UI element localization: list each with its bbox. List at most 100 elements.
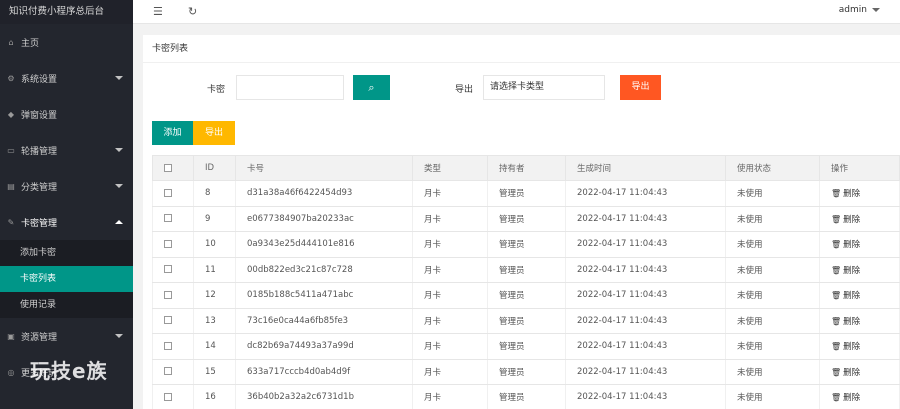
trash-icon: 🗑: [831, 316, 842, 326]
table-row: 9 e0677384907ba20233ac 月卡 管理员 2022-04-17 11:…: [152, 206, 900, 232]
trash-icon: 🗑: [831, 367, 842, 377]
row-checkbox[interactable]: [164, 392, 172, 401]
card-type-select[interactable]: 请选择卡类型: [483, 75, 605, 100]
table-row: 11 00db822ed3c21c87c728 月卡 管理员 2022-04-17 11…: [152, 257, 900, 283]
cell-type: 月卡: [412, 206, 488, 232]
cell-type: 月卡: [412, 333, 488, 360]
carousel-icon: ▭: [7, 145, 15, 155]
cell-holder: 管理员: [487, 359, 566, 385]
row-checkbox[interactable]: [164, 214, 172, 223]
cell-type: 月卡: [412, 231, 488, 258]
sidebar-item-home[interactable]: ⌂ 主页: [0, 24, 133, 60]
sidebar-item-system-settings[interactable]: ⚙ 系统设置: [0, 60, 133, 96]
sidebar-item-label: 主页: [21, 38, 40, 49]
cell-id: 12: [193, 282, 236, 309]
card-search-input[interactable]: [236, 75, 344, 100]
cell-action: 🗑 删除: [819, 359, 900, 385]
delete-label: 删除: [843, 291, 861, 302]
sidebar-item-more[interactable]: ◎ 更多好玩: [0, 354, 133, 390]
cell-holder: 管理员: [487, 257, 566, 283]
cell-status: 未使用: [725, 308, 820, 334]
trash-icon: 🗑: [831, 393, 842, 403]
delete-button[interactable]: 🗑 删除: [831, 215, 860, 225]
delete-button[interactable]: 🗑 删除: [831, 317, 860, 327]
trash-icon: 🗑: [831, 265, 842, 275]
cell-id: 13: [193, 308, 236, 334]
delete-button[interactable]: 🗑 删除: [831, 291, 860, 301]
sidebar-item-card-management[interactable]: ✎ 卡密管理: [0, 204, 133, 240]
sidebar-item-label: 更多好玩: [21, 368, 58, 379]
sidebar-item-popup-settings[interactable]: ◆ 弹窗设置: [0, 96, 133, 132]
sidebar-item-label: 资源管理: [21, 332, 58, 343]
cell-id: 16: [193, 384, 236, 409]
cell-id: 8: [193, 180, 236, 207]
delete-button[interactable]: 🗑 删除: [831, 393, 860, 403]
delete-button[interactable]: 🗑 删除: [831, 240, 860, 250]
delete-button[interactable]: 🗑 删除: [831, 368, 860, 378]
row-checkbox[interactable]: [164, 188, 172, 197]
home-icon: ⌂: [8, 37, 14, 47]
cell-holder: 管理员: [487, 282, 566, 309]
cell-action: 🗑 删除: [819, 180, 900, 207]
menu-toggle-icon[interactable]: ☰: [153, 5, 163, 18]
row-checkbox[interactable]: [164, 341, 172, 350]
search-button[interactable]: ⌕: [353, 75, 390, 100]
trash-icon: 🗑: [831, 214, 842, 224]
table-header-row: ID 卡号 类型 持有者 生成时间 使用状态 操作: [152, 155, 900, 181]
cell-type: 月卡: [412, 308, 488, 334]
delete-label: 删除: [843, 240, 861, 251]
row-checkbox[interactable]: [164, 265, 172, 274]
row-select-cell: [152, 180, 194, 207]
row-checkbox[interactable]: [164, 316, 172, 325]
sidebar-item-carousel[interactable]: ▭ 轮播管理: [0, 132, 133, 168]
search-form: 卡密 ⌕ 导出 请选择卡类型 导出: [143, 75, 900, 101]
sidebar-item-label: 弹窗设置: [21, 110, 58, 121]
cell-card: 36b40b2a32a2c6731d1b: [235, 384, 413, 409]
sidebar-item-resource[interactable]: ▣ 资源管理: [0, 318, 133, 354]
chevron-down-icon: [115, 76, 123, 80]
user-menu[interactable]: admin: [839, 5, 880, 15]
export-button[interactable]: 导出: [620, 75, 661, 100]
row-select-cell: [152, 384, 194, 409]
trash-icon: 🗑: [831, 291, 842, 301]
row-checkbox[interactable]: [164, 367, 172, 376]
delete-button[interactable]: 🗑 删除: [831, 189, 860, 199]
delete-label: 删除: [843, 189, 861, 200]
category-icon: ▤: [7, 181, 15, 191]
card-management-submenu: 添加卡密 卡密列表 使用记录: [0, 240, 133, 318]
col-action: 操作: [819, 155, 900, 181]
delete-button[interactable]: 🗑 删除: [831, 266, 860, 276]
cell-action: 🗑 删除: [819, 231, 900, 258]
select-all-checkbox[interactable]: [164, 163, 172, 172]
cell-time: 2022-04-17 11:04:43: [565, 333, 726, 360]
delete-label: 删除: [843, 342, 861, 353]
sidebar-item-category[interactable]: ▤ 分类管理: [0, 168, 133, 204]
cell-holder: 管理员: [487, 180, 566, 207]
export-label: 导出: [455, 85, 474, 95]
card-table: ID 卡号 类型 持有者 生成时间 使用状态 操作 8 d31a38a46f642…: [152, 155, 900, 409]
refresh-icon[interactable]: ↻: [188, 5, 197, 18]
page-title: 卡密列表: [143, 35, 900, 63]
add-button[interactable]: 添加: [152, 121, 193, 145]
delete-button[interactable]: 🗑 删除: [831, 342, 860, 352]
row-select-cell: [152, 206, 194, 232]
row-checkbox[interactable]: [164, 290, 172, 299]
row-select-cell: [152, 231, 194, 258]
col-time: 生成时间: [565, 155, 726, 181]
col-card: 卡号: [235, 155, 413, 181]
sidebar-subitem-card-list[interactable]: 卡密列表: [0, 266, 133, 292]
export-all-button[interactable]: 导出: [193, 121, 235, 145]
sidebar-subitem-add-card[interactable]: 添加卡密: [0, 240, 133, 266]
row-select-cell: [152, 359, 194, 385]
sidebar-subitem-usage-log[interactable]: 使用记录: [0, 292, 133, 318]
col-status: 使用状态: [725, 155, 820, 181]
delete-label: 删除: [843, 214, 861, 225]
cell-card: e0677384907ba20233ac: [235, 206, 413, 232]
row-checkbox[interactable]: [164, 239, 172, 248]
main-panel: 卡密列表 卡密 ⌕ 导出 请选择卡类型 导出 添加 导出 ID 卡号 类型 持有…: [143, 35, 900, 409]
card-label: 卡密: [207, 85, 226, 95]
row-select-cell: [152, 333, 194, 360]
cell-type: 月卡: [412, 384, 488, 409]
resource-icon: ▣: [7, 331, 15, 341]
cell-status: 未使用: [725, 206, 820, 232]
